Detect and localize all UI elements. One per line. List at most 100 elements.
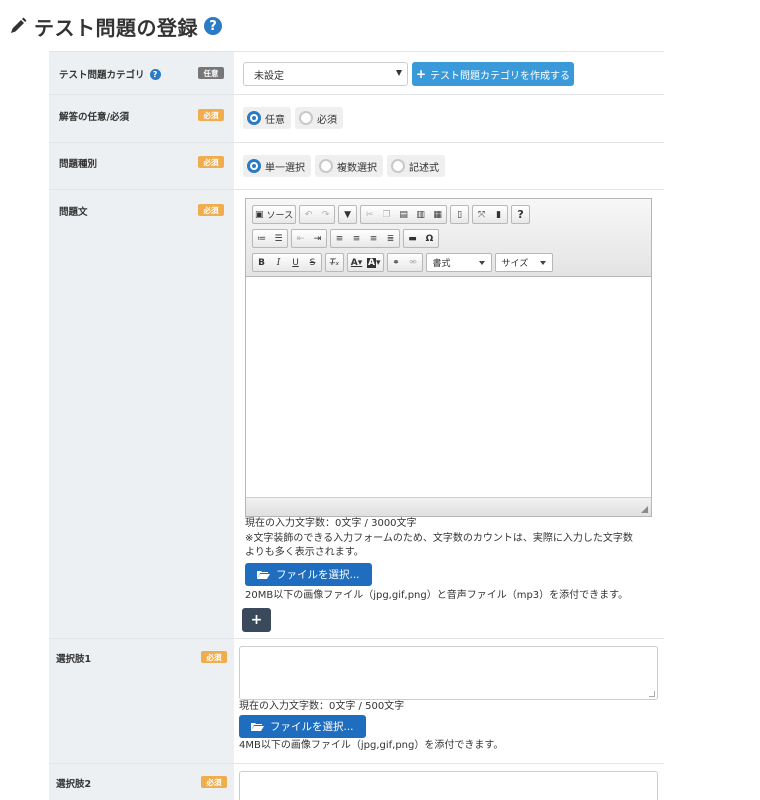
- question-form: テスト問題カテゴリ ? 任意 未設定 + テスト問題カテゴリを作成する 解答の任…: [49, 51, 664, 800]
- question-file-note: 20MB以下の画像ファイル（jpg,gif,png）と音声ファイル（mp3）を添…: [245, 590, 629, 601]
- maximize-icon[interactable]: ⤧: [473, 206, 490, 223]
- chevron-down-icon: [396, 70, 402, 76]
- question-type-radios: 単一選択 複数選択 記述式: [243, 155, 445, 177]
- format-brush-icon[interactable]: ▼: [339, 206, 356, 223]
- editor-toolbar: ▣ ソース ↶ ↷ ▼ ✂ ❐ ▤ ▥ ▦ ▯ ⤧ ▮ ? ≔ ☰ ⇤ ⇥ ≡ …: [246, 199, 651, 277]
- special-char-icon[interactable]: Ω: [421, 230, 438, 247]
- plus-icon: +: [250, 612, 263, 628]
- page-title: テスト問題の登録: [34, 15, 198, 40]
- radio-optional[interactable]: 任意: [243, 107, 291, 129]
- align-center-icon[interactable]: ≡: [348, 230, 365, 247]
- radio-multiple-choice[interactable]: 複数選択: [315, 155, 383, 177]
- required-badge: 必須: [198, 156, 224, 168]
- help-icon[interactable]: ?: [512, 206, 529, 223]
- radio-checked-icon: [247, 159, 261, 173]
- editor-status-bar: [246, 497, 651, 516]
- paste-word-icon[interactable]: ▦: [429, 206, 446, 223]
- resize-grip-icon: [649, 691, 655, 697]
- question-char-count: 現在の入力文字数：0文字 / 3000文字: [245, 518, 417, 529]
- show-blocks-icon[interactable]: ▮: [490, 206, 507, 223]
- radio-label: 任意: [265, 114, 285, 126]
- radio-label: 複数選択: [337, 162, 377, 174]
- plus-icon: +: [415, 67, 427, 81]
- chevron-down-icon: [478, 261, 485, 265]
- format-combo[interactable]: 書式: [425, 253, 492, 272]
- question-type-label: 問題種別: [59, 159, 98, 170]
- row-category: テスト問題カテゴリ ? 任意 未設定 + テスト問題カテゴリを作成する: [49, 52, 664, 95]
- required-badge: 必須: [201, 776, 227, 788]
- redo-icon[interactable]: ↷: [317, 206, 334, 223]
- horizontal-rule-icon[interactable]: ▬: [404, 230, 421, 247]
- required-badge: 必須: [201, 651, 227, 663]
- cut-icon[interactable]: ✂: [361, 206, 378, 223]
- add-attachment-button[interactable]: +: [242, 608, 271, 632]
- remove-format-icon[interactable]: T̶ₓ: [326, 254, 343, 271]
- radio-label: 記述式: [409, 162, 439, 174]
- link-icon[interactable]: ⚭: [388, 254, 405, 271]
- background-color-icon[interactable]: A ▾: [365, 254, 383, 271]
- category-select[interactable]: 未設定: [243, 62, 408, 86]
- align-justify-icon[interactable]: ≣: [382, 230, 399, 247]
- choice1-label: 選択肢1: [56, 654, 92, 665]
- row-choice1: 選択肢1 必須 現在の入力文字数：0文字 / 500文字 ファイルを選択... …: [49, 639, 664, 764]
- strikethrough-icon[interactable]: S: [304, 254, 321, 271]
- pencil-icon: [11, 17, 27, 33]
- choice1-file-button[interactable]: ファイルを選択...: [239, 715, 366, 738]
- text-color-icon[interactable]: A▾: [348, 254, 365, 271]
- radio-unchecked-icon: [391, 159, 405, 173]
- radio-label: 必須: [317, 114, 337, 126]
- choice1-char-count: 現在の入力文字数：0文字 / 500文字: [239, 701, 405, 712]
- choice1-file-note: 4MB以下の画像ファイル（jpg,gif,png）を添付できます。: [239, 740, 504, 751]
- chevron-down-icon: [539, 261, 546, 265]
- indent-icon[interactable]: ⇥: [309, 230, 326, 247]
- create-category-button[interactable]: + テスト問題カテゴリを作成する: [412, 62, 574, 86]
- bold-icon[interactable]: B: [253, 254, 270, 271]
- label-cell: テスト問題カテゴリ ? 任意: [49, 52, 234, 94]
- radio-single-choice[interactable]: 単一選択: [243, 155, 311, 177]
- paste-icon[interactable]: ▤: [395, 206, 412, 223]
- copy-icon[interactable]: ❐: [378, 206, 395, 223]
- undo-icon[interactable]: ↶: [300, 206, 317, 223]
- category-select-value: 未設定: [254, 70, 284, 82]
- numbered-list-icon[interactable]: ≔: [253, 230, 270, 247]
- radio-required[interactable]: 必須: [295, 107, 343, 129]
- radio-unchecked-icon: [299, 111, 313, 125]
- size-combo[interactable]: サイズ: [494, 253, 553, 272]
- question-note-line1: ※文字装飾のできる入力フォームのため、文字数のカウントは、実際に入力した文字数: [245, 533, 633, 544]
- required-badge: 必須: [198, 109, 224, 121]
- choice2-label: 選択肢2: [56, 779, 92, 790]
- folder-open-icon: [257, 571, 270, 579]
- underline-icon[interactable]: U: [287, 254, 304, 271]
- choice1-textarea[interactable]: [239, 646, 658, 700]
- source-button[interactable]: ▣ ソース: [253, 206, 295, 223]
- question-circle-icon[interactable]: ?: [149, 68, 161, 80]
- question-circle-icon[interactable]: ?: [204, 17, 222, 35]
- radio-unchecked-icon: [319, 159, 333, 173]
- bulleted-list-icon[interactable]: ☰: [270, 230, 287, 247]
- align-left-icon[interactable]: ≡: [331, 230, 348, 247]
- radio-label: 単一選択: [265, 162, 305, 174]
- optional-badge: 任意: [198, 67, 224, 79]
- question-file-button[interactable]: ファイルを選択...: [245, 563, 372, 586]
- outdent-icon[interactable]: ⇤: [292, 230, 309, 247]
- paste-text-icon[interactable]: ▥: [412, 206, 429, 223]
- folder-open-icon: [251, 723, 264, 731]
- radio-descriptive[interactable]: 記述式: [387, 155, 445, 177]
- required-badge: 必須: [198, 204, 224, 216]
- unlink-icon[interactable]: ⚮: [405, 254, 422, 271]
- radio-checked-icon: [247, 111, 261, 125]
- answer-required-label: 解答の任意/必須: [59, 112, 129, 123]
- page-header: テスト問題の登録 ?: [8, 12, 222, 40]
- row-question-type: 問題種別 必須 単一選択 複数選択 記述式: [49, 143, 664, 190]
- choice2-textarea[interactable]: [239, 771, 658, 800]
- row-choice2: 選択肢2 必須: [49, 764, 664, 800]
- question-note-line2: よりも多く表示されます。: [245, 547, 364, 558]
- resize-grip-icon[interactable]: [641, 506, 648, 513]
- italic-icon[interactable]: I: [270, 254, 287, 271]
- create-category-label: テスト問題カテゴリを作成する: [430, 70, 571, 82]
- align-right-icon[interactable]: ≡: [365, 230, 382, 247]
- template-icon[interactable]: ▯: [451, 206, 468, 223]
- editor-content-area[interactable]: [246, 277, 651, 497]
- row-answer-required: 解答の任意/必須 必須 任意 必須: [49, 95, 664, 143]
- row-question-text: 問題文 必須 ▣ ソース ↶ ↷ ▼ ✂ ❐ ▤ ▥ ▦ ▯ ⤧ ▮ ? ≔ ☰…: [49, 190, 664, 639]
